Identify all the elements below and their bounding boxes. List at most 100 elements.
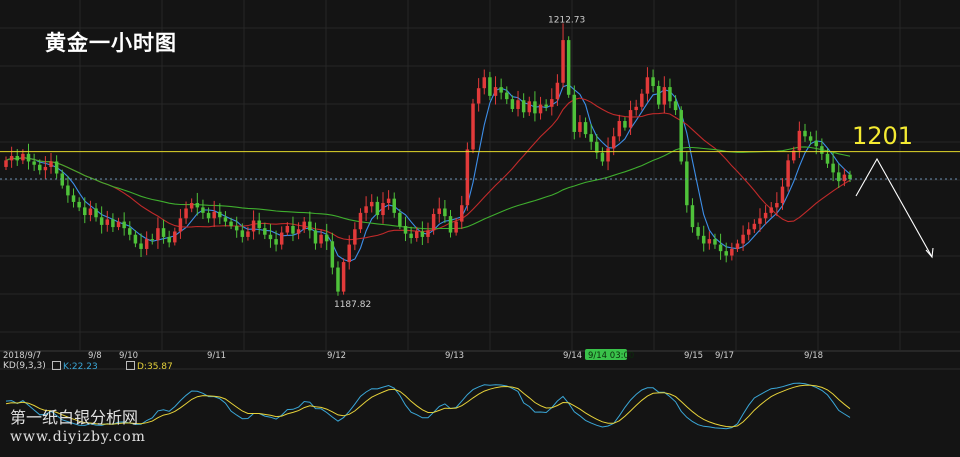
candle-body [533,101,537,114]
candle-body [240,230,245,237]
candle-body [403,225,408,234]
candle-body [780,186,785,204]
time-axis-label: 2018/9/7 [3,351,41,361]
candle-body [144,239,149,249]
candle-body [443,208,447,217]
time-axis-label: 9/11 [207,351,226,361]
candle-body [54,161,59,174]
candle-body [218,211,222,218]
low-price-label: 1187.82 [334,300,371,310]
k-checkbox[interactable] [52,361,61,370]
time-axis-label: 9/15 [684,351,703,361]
candle-body [223,217,228,222]
candle-body [476,88,481,104]
candle-body [122,221,126,229]
candle-body [454,221,458,233]
candle-body [510,99,515,109]
high-price-label: 1212.73 [548,15,585,25]
candle-body [482,77,487,89]
candle-body [713,239,717,245]
candle-body [105,219,110,225]
candle-body [808,136,813,141]
candle-body [99,217,104,225]
candle-body [364,206,368,213]
candle-body [521,100,526,113]
candle-body [420,231,425,237]
candle-body [189,203,194,209]
candle-body [724,251,728,256]
candle-body [139,243,143,249]
candle-body [566,40,571,95]
candle-body [600,152,605,162]
candle-body [690,205,695,228]
candle-body [814,140,818,147]
candle-body [735,243,740,249]
candle-body [842,174,847,182]
candle-body [71,195,76,202]
candle-body [589,134,593,142]
candle-body [437,208,441,214]
candle-body [302,221,306,230]
candle-body [685,161,689,206]
candle-body [313,230,318,244]
candle-body [651,77,655,87]
candle-body [195,203,200,208]
chart-title: 黄金一小时图 [45,31,177,55]
candle-body [831,163,835,173]
k-value: K:22.23 [52,361,98,372]
candle-body [347,244,351,263]
candle-body [415,231,419,239]
candle-body [606,148,610,162]
candle-body [26,153,31,162]
candle-body [527,101,532,113]
candle-body [431,213,436,231]
candle-body [595,141,599,153]
candle-body [460,205,464,222]
candle-body [820,146,824,154]
candle-body [848,174,852,179]
time-axis-label: 9/14 [563,351,582,361]
candle-body [763,212,768,219]
candle-body [369,201,374,207]
candle-body [319,234,323,244]
candle-body [426,230,430,237]
candle-body [94,208,98,218]
d-value-text: D:35.87 [137,362,173,372]
candle-body [752,223,757,230]
candle-body [274,239,278,245]
candle-body [516,100,520,109]
candle-body [341,262,346,292]
candle-body [308,221,312,231]
candle-body [583,122,588,135]
candle-body [43,166,48,171]
candle-body [730,248,734,256]
candle-body [88,208,93,216]
candle-body [679,110,683,162]
candle-body [673,101,678,111]
candle-body [324,234,329,242]
candle-body [336,267,340,292]
candle-body [173,231,177,243]
candle-body [572,94,577,132]
candle-body [32,161,36,165]
candle-body [178,218,183,232]
candle-body [279,232,284,245]
candle-body [77,201,81,208]
candle-body [741,234,745,244]
candle-body [38,164,42,171]
candle-body [505,92,509,100]
candle-body [662,87,667,105]
candle-body [83,207,87,216]
candle-body [538,104,543,114]
d-checkbox[interactable] [126,361,135,370]
time-axis-label: 9/13 [445,351,464,361]
gold-hourly-chart: 1212.73 1187.82 2018/9/7 9/8 9/10 9/11 9/12 9/… [0,0,960,457]
candle-body [561,40,565,83]
candle-body [386,198,391,204]
candle-body [544,104,548,107]
candle-body [825,153,830,164]
candle-body [645,77,650,94]
candle-body [60,173,65,186]
candle-body [578,122,582,132]
candle-body [775,203,779,208]
